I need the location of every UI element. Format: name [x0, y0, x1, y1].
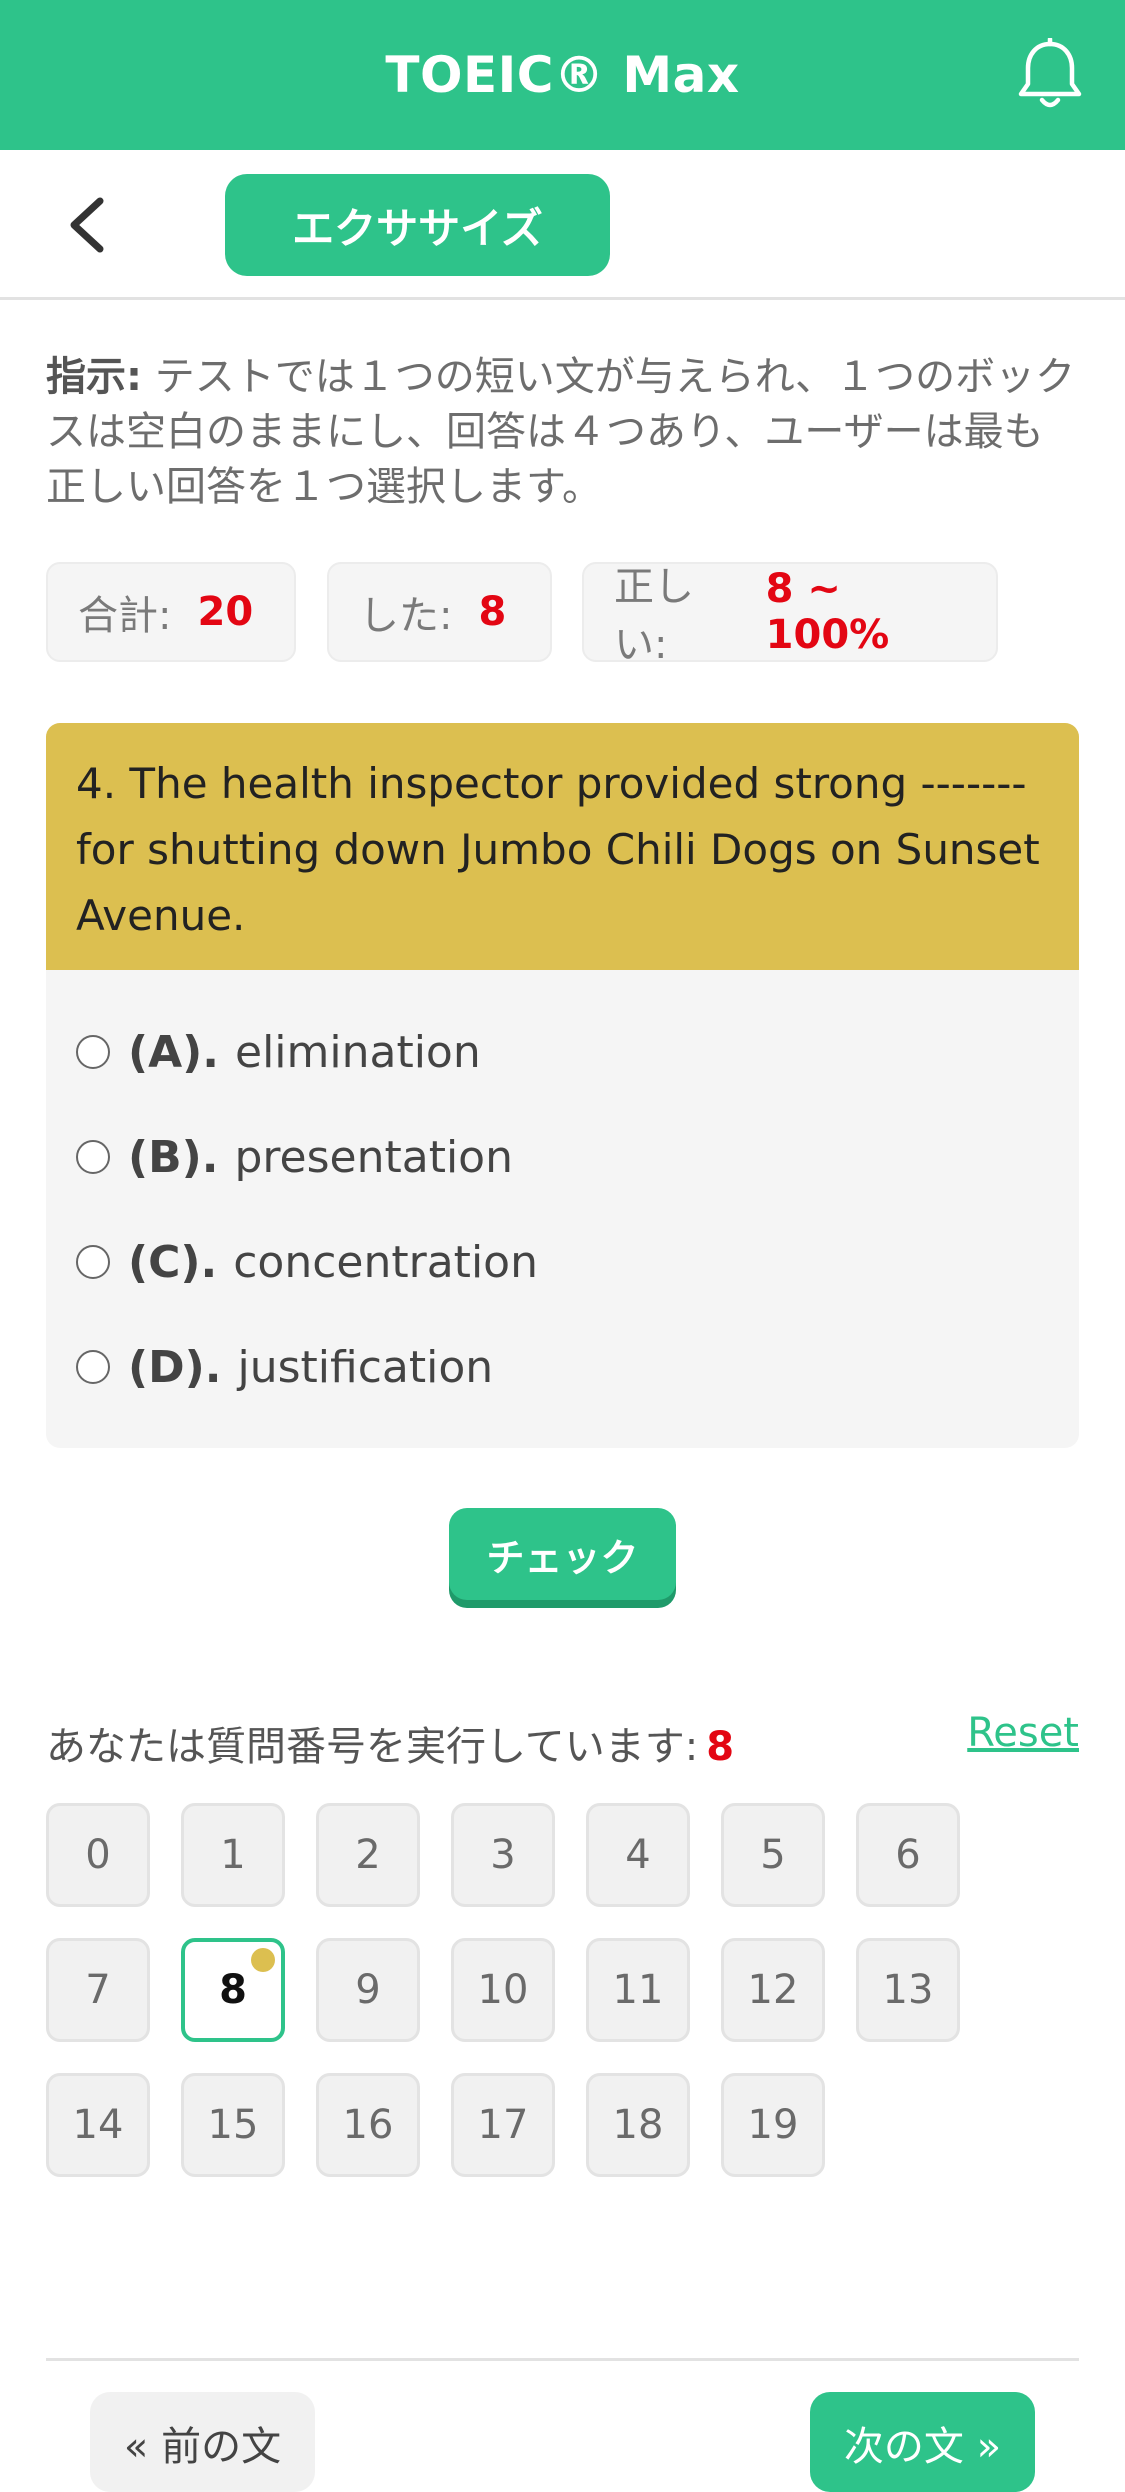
question-number-button[interactable]: 6: [856, 1803, 960, 1907]
question-number-button[interactable]: 15: [181, 2073, 285, 2177]
bell-icon[interactable]: [1015, 38, 1085, 112]
option-letter: (D).: [128, 1341, 222, 1393]
option-a[interactable]: (A). elimination: [76, 1017, 481, 1087]
question-number-button[interactable]: 1: [181, 1803, 285, 1907]
radio-icon[interactable]: [76, 1350, 110, 1384]
stat-correct-label: 正しい:: [614, 564, 694, 668]
stat-total: 合計: 20: [46, 562, 296, 662]
reset-link[interactable]: Reset: [967, 1710, 1079, 1756]
option-text: concentration: [233, 1236, 538, 1288]
option-letter: (A).: [128, 1026, 219, 1078]
exercise-button[interactable]: エクササイズ: [225, 174, 610, 276]
app-title: TOEIC® Max: [385, 46, 740, 104]
stat-total-label: 合計:: [78, 593, 172, 639]
check-button[interactable]: チェック: [449, 1508, 676, 1600]
radio-icon[interactable]: [76, 1035, 110, 1069]
instruction-label: 指示:: [46, 354, 142, 400]
question-number-button[interactable]: 18: [586, 2073, 690, 2177]
option-b[interactable]: (B). presentation: [76, 1122, 513, 1192]
sub-bar: エクササイズ: [0, 150, 1125, 300]
bottom-divider: [46, 2358, 1079, 2361]
question-number-button[interactable]: 12: [721, 1938, 825, 2042]
option-text: justification: [237, 1341, 494, 1393]
question-number-button[interactable]: 17: [451, 2073, 555, 2177]
question-number-button[interactable]: 3: [451, 1803, 555, 1907]
stat-correct: 正しい: 8 ~ 100%: [582, 562, 998, 668]
progress-indicator: あなたは質問番号を実行しています: 8: [46, 1714, 734, 1772]
option-text: elimination: [235, 1026, 481, 1078]
question-card: 4. The health inspector provided strong …: [46, 723, 1079, 1448]
radio-icon[interactable]: [76, 1245, 110, 1279]
question-number-button[interactable]: 7: [46, 1938, 150, 2042]
question-number-button[interactable]: 9: [316, 1938, 420, 2042]
current-question-button[interactable]: 8: [181, 1938, 285, 2042]
current-marker-dot: [251, 1948, 275, 1972]
instruction-text: 指示: テストでは１つの短い文が与えられ、１つのボックスは空白のままにし、回答は…: [46, 350, 1076, 515]
stat-done: した: 8: [327, 562, 552, 662]
question-number-button[interactable]: 0: [46, 1803, 150, 1907]
question-number-button[interactable]: 11: [586, 1938, 690, 2042]
question-number-button[interactable]: 5: [721, 1803, 825, 1907]
next-sentence-button[interactable]: 次の文 »: [810, 2392, 1035, 2492]
app-bar: TOEIC® Max: [0, 0, 1125, 150]
stat-done-label: した:: [359, 593, 453, 639]
back-arrow-icon[interactable]: [60, 195, 120, 255]
progress-label: あなたは質問番号を実行しています:: [46, 1724, 699, 1770]
current-question-number: 8: [219, 1967, 247, 2013]
instruction-body: テストでは１つの短い文が与えられ、１つのボックスは空白のままにし、回答は４つあり…: [46, 354, 1076, 510]
question-number-button[interactable]: 10: [451, 1938, 555, 2042]
question-number-button[interactable]: 13: [856, 1938, 960, 2042]
option-d[interactable]: (D). justification: [76, 1332, 493, 1402]
stat-done-value: 8: [478, 589, 507, 635]
stat-total-value: 20: [197, 589, 254, 635]
radio-icon[interactable]: [76, 1140, 110, 1174]
stat-correct-value: 8 ~ 100%: [765, 566, 890, 658]
question-number-button[interactable]: 2: [316, 1803, 420, 1907]
previous-sentence-button[interactable]: « 前の文: [90, 2392, 315, 2492]
option-letter: (B).: [128, 1131, 219, 1183]
question-number-button[interactable]: 19: [721, 2073, 825, 2177]
question-number-button[interactable]: 14: [46, 2073, 150, 2177]
option-letter: (C).: [128, 1236, 218, 1288]
question-number-button[interactable]: 4: [586, 1803, 690, 1907]
progress-current: 8: [706, 1724, 735, 1770]
option-c[interactable]: (C). concentration: [76, 1227, 538, 1297]
option-text: presentation: [234, 1131, 513, 1183]
question-number-button[interactable]: 16: [316, 2073, 420, 2177]
question-text: 4. The health inspector provided strong …: [46, 723, 1079, 970]
